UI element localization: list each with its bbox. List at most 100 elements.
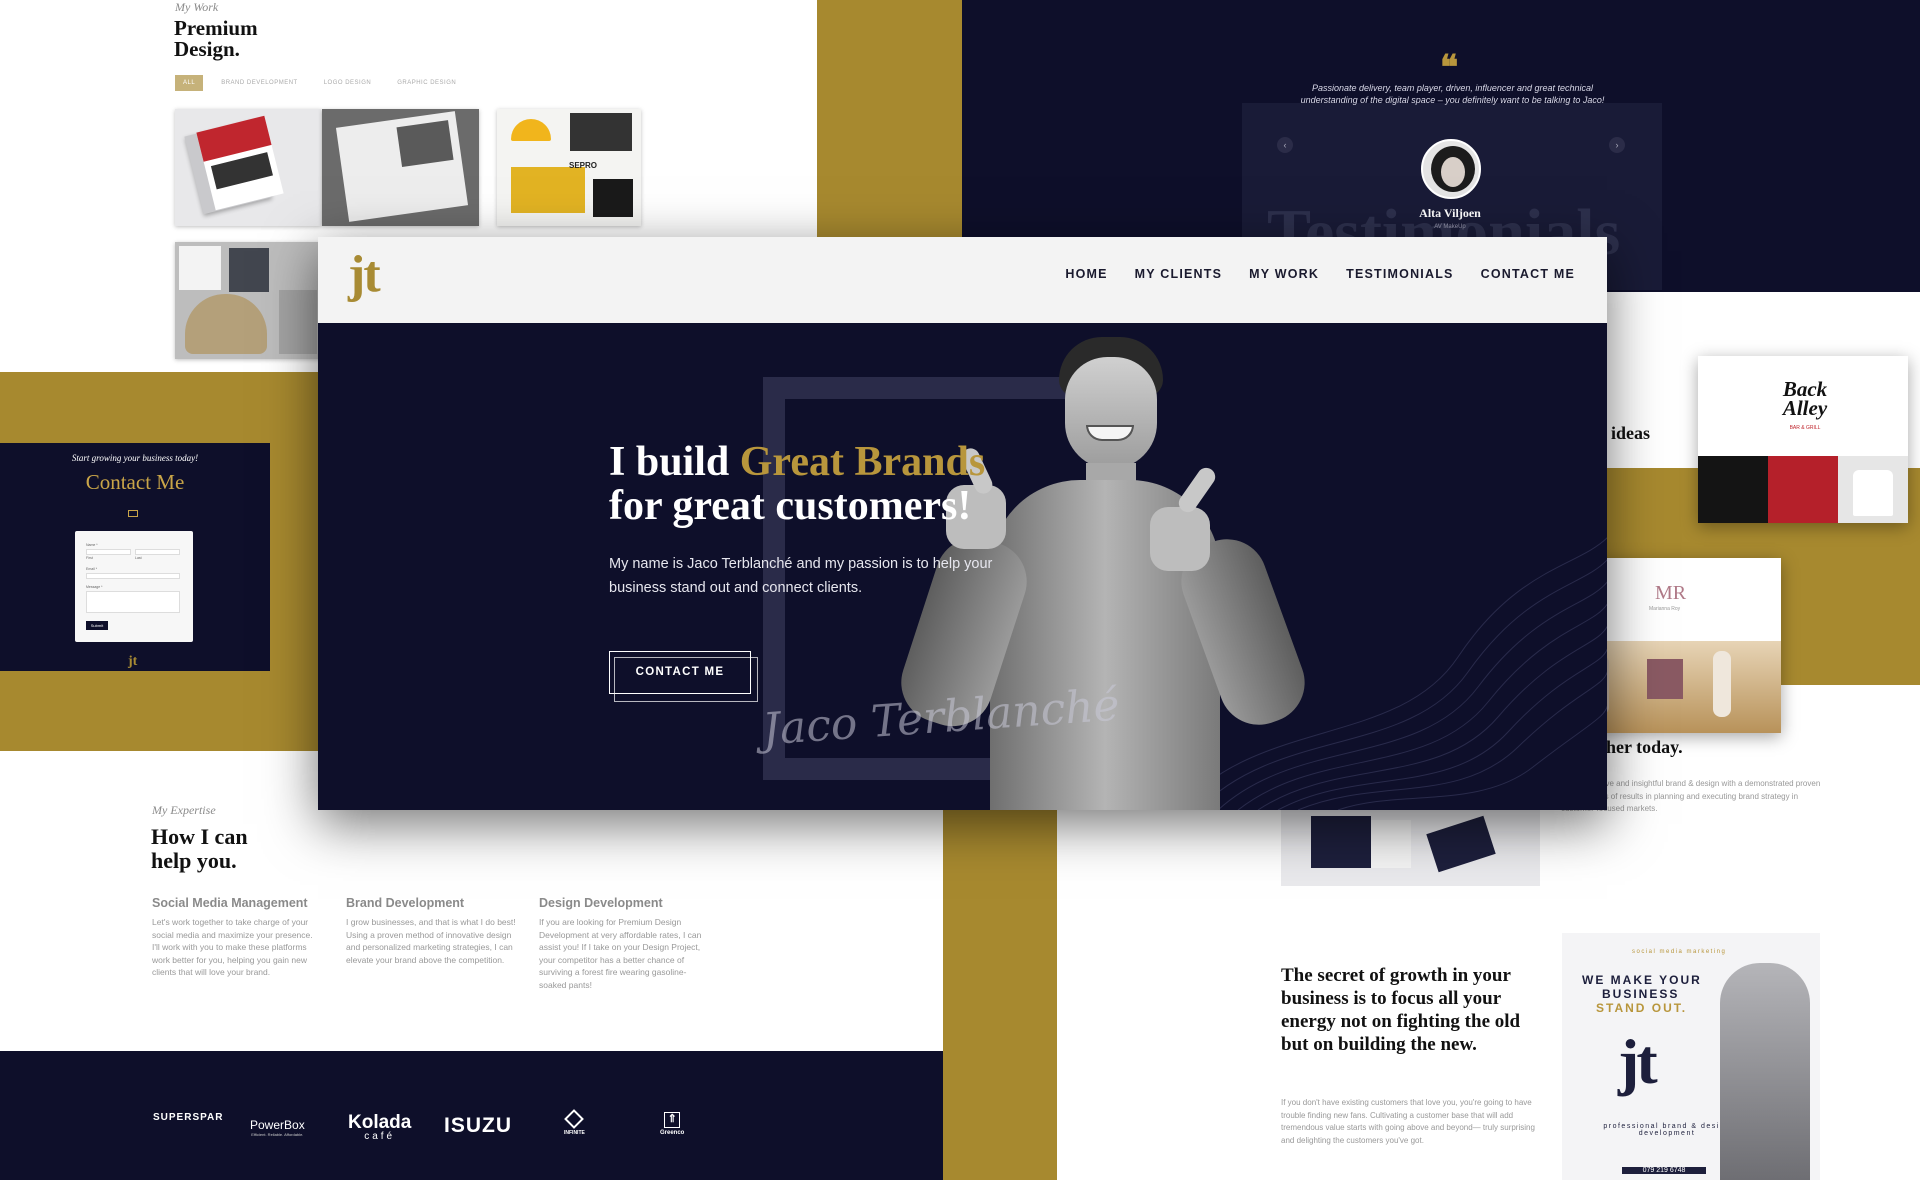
- client-infinite-name: INFINITE: [564, 1130, 585, 1136]
- expertise-design-title: Design Development: [539, 896, 663, 910]
- expertise-social-text: Let's work together to take charge of yo…: [152, 917, 313, 977]
- mr-name: Marianna Roy: [1649, 606, 1681, 612]
- client-powerbox-tagline: Efficient. Reliable. Affordable.: [251, 1132, 304, 1137]
- expertise-title: How I can help you.: [151, 825, 248, 873]
- ideas-text: ideas: [1611, 423, 1651, 443]
- poster-logo: jt: [1618, 1026, 1658, 1097]
- email-label: Email *: [86, 567, 98, 571]
- poster-woman: [1720, 963, 1810, 1180]
- last-name-field[interactable]: [135, 549, 180, 555]
- work-tile-brochure[interactable]: [175, 109, 321, 226]
- expertise-kicker: My Expertise: [152, 803, 216, 817]
- expertise-design: Design Development If you are looking fo…: [539, 896, 709, 991]
- main-window: jt HOME MY CLIENTS MY WORK TESTIMONIALS …: [318, 237, 1607, 810]
- gold-band-top: [817, 0, 962, 237]
- work-kicker: My Work: [175, 0, 219, 14]
- secret-heading: The secret of growth in your business is…: [1281, 965, 1521, 1055]
- expertise-social-title: Social Media Management: [152, 896, 308, 910]
- contact-form: Name * First Last Email * Message * Subm…: [75, 531, 193, 642]
- expertise-brand-text: I grow businesses, and that is what I do…: [346, 917, 516, 965]
- poster-line3: STAND OUT.: [1596, 1001, 1688, 1015]
- client-powerbox: PowerBox Efficient. Reliable. Affordable…: [250, 1118, 305, 1137]
- expertise-title-line2: help you.: [151, 848, 237, 873]
- filter-brand-development[interactable]: BRAND DEVELOPMENT: [213, 75, 306, 91]
- client-kolada: Kolada café: [348, 1112, 411, 1142]
- expertise-title-line1: How I can: [151, 824, 248, 849]
- filter-all[interactable]: ALL: [175, 75, 204, 91]
- sepro-label: SEPRO: [569, 161, 598, 170]
- message-label: Message *: [86, 585, 103, 589]
- name-label: Name *: [86, 543, 98, 547]
- work-tile-magazine[interactable]: [322, 109, 479, 226]
- hero-paragraph: My name is Jaco Terblanché and my passio…: [609, 556, 993, 596]
- backalley-sub: BAR & GRILL: [1789, 425, 1821, 431]
- contact-title: Contact Me: [85, 470, 185, 494]
- expertise-design-text: If you are looking for Premium Design De…: [539, 917, 702, 990]
- hero-heading: I build Great Brands for great customers…: [609, 440, 985, 528]
- poster-line2: BUSINESS: [1602, 987, 1680, 1001]
- mr-logo: MR: [1655, 582, 1687, 604]
- testimonial-quote: Passionate delivery, team player, driven…: [1300, 83, 1605, 105]
- contact-me-button[interactable]: CONTACT ME: [609, 651, 758, 702]
- submit-button[interactable]: Submit: [86, 621, 108, 630]
- client-superspar: SUPERSPAR: [153, 1112, 224, 1123]
- nav-my-work[interactable]: MY WORK: [1249, 267, 1319, 281]
- client-isuzu: ISUZU: [444, 1114, 512, 1137]
- first-label: First: [86, 556, 93, 560]
- testimonial-name: Alta Viljoen: [1419, 206, 1481, 220]
- nav-home[interactable]: HOME: [1065, 267, 1107, 281]
- gold-band-bottom: [943, 810, 1057, 1180]
- work-title-line2: Design.: [174, 37, 240, 61]
- contact-footer-logo: jt: [128, 654, 138, 669]
- chevron-left-icon[interactable]: ‹: [1277, 137, 1293, 153]
- backalley-tile-shirt: [1838, 456, 1908, 523]
- site-header: jt HOME MY CLIENTS MY WORK TESTIMONIALS …: [318, 237, 1607, 323]
- expertise-brand: Brand Development I grow businesses, and…: [346, 896, 516, 966]
- poster-sub: professional brand & design development: [1603, 1123, 1731, 1137]
- poster-top: social media marketing: [1632, 949, 1727, 955]
- tree-icon: ⇑: [664, 1112, 681, 1128]
- work-title: Premium Design.: [174, 18, 258, 60]
- poster-card[interactable]: social media marketing WE MAKE YOUR BUSI…: [1562, 933, 1820, 1180]
- stationery-mockup[interactable]: [1281, 810, 1540, 886]
- client-greenco-name: Greenco: [660, 1130, 685, 1136]
- site-logo[interactable]: jt: [348, 245, 381, 304]
- secret-text: If you don't have existing customers tha…: [1281, 1098, 1535, 1145]
- backalley-tile-black: [1698, 456, 1768, 523]
- portrait-face: [1065, 357, 1157, 469]
- nav-my-clients[interactable]: MY CLIENTS: [1135, 267, 1222, 281]
- work-title-line1: Premium: [174, 16, 258, 40]
- work-filters: ALL BRAND DEVELOPMENT LOGO DESIGN GRAPHI…: [175, 75, 464, 91]
- hero-heading-line2: for great customers!: [609, 483, 972, 529]
- work-tile-sepro[interactable]: SEPRO: [497, 109, 641, 226]
- nav-contact-me[interactable]: CONTACT ME: [1481, 267, 1575, 281]
- poster-line1: WE MAKE YOUR: [1582, 973, 1702, 987]
- main-nav: HOME MY CLIENTS MY WORK TESTIMONIALS CON…: [1065, 267, 1575, 281]
- expertise-brand-title: Brand Development: [346, 896, 465, 910]
- chevron-right-icon[interactable]: ›: [1609, 137, 1625, 153]
- mail-icon: [128, 510, 138, 517]
- backalley-logo: Back Alley: [1782, 377, 1828, 420]
- client-powerbox-name: PowerBox: [250, 1118, 305, 1132]
- hero-heading-pre: I build: [609, 439, 740, 485]
- portrait-hand-right: [1150, 507, 1210, 571]
- email-field[interactable]: [86, 573, 180, 579]
- portfolio-collage: My Work Premium Design. ALL BRAND DEVELO…: [0, 0, 1920, 1180]
- client-greenco: ⇑ Greenco: [660, 1112, 684, 1136]
- contact-tagline: Start growing your business today!: [71, 453, 199, 463]
- diamond-icon: [564, 1109, 585, 1129]
- message-field[interactable]: [86, 591, 180, 613]
- hero-heading-gold: Great Brands: [739, 439, 986, 485]
- backalley-tile-red: [1768, 456, 1838, 523]
- today-text: her today.: [1606, 737, 1683, 757]
- last-label: Last: [135, 556, 142, 560]
- testimonial-role: AV MakeUp: [1434, 224, 1466, 230]
- work-tile-bokhali[interactable]: [175, 242, 321, 359]
- first-name-field[interactable]: [86, 549, 131, 555]
- filter-logo-design[interactable]: LOGO DESIGN: [316, 75, 380, 91]
- filter-graphic-design[interactable]: GRAPHIC DESIGN: [389, 75, 464, 91]
- nav-testimonials[interactable]: TESTIMONIALS: [1346, 267, 1453, 281]
- avatar: [1421, 139, 1481, 199]
- backalley-card[interactable]: Back Alley BAR & GRILL: [1698, 356, 1908, 523]
- poster-phone: 079 219 6748: [1622, 1167, 1706, 1174]
